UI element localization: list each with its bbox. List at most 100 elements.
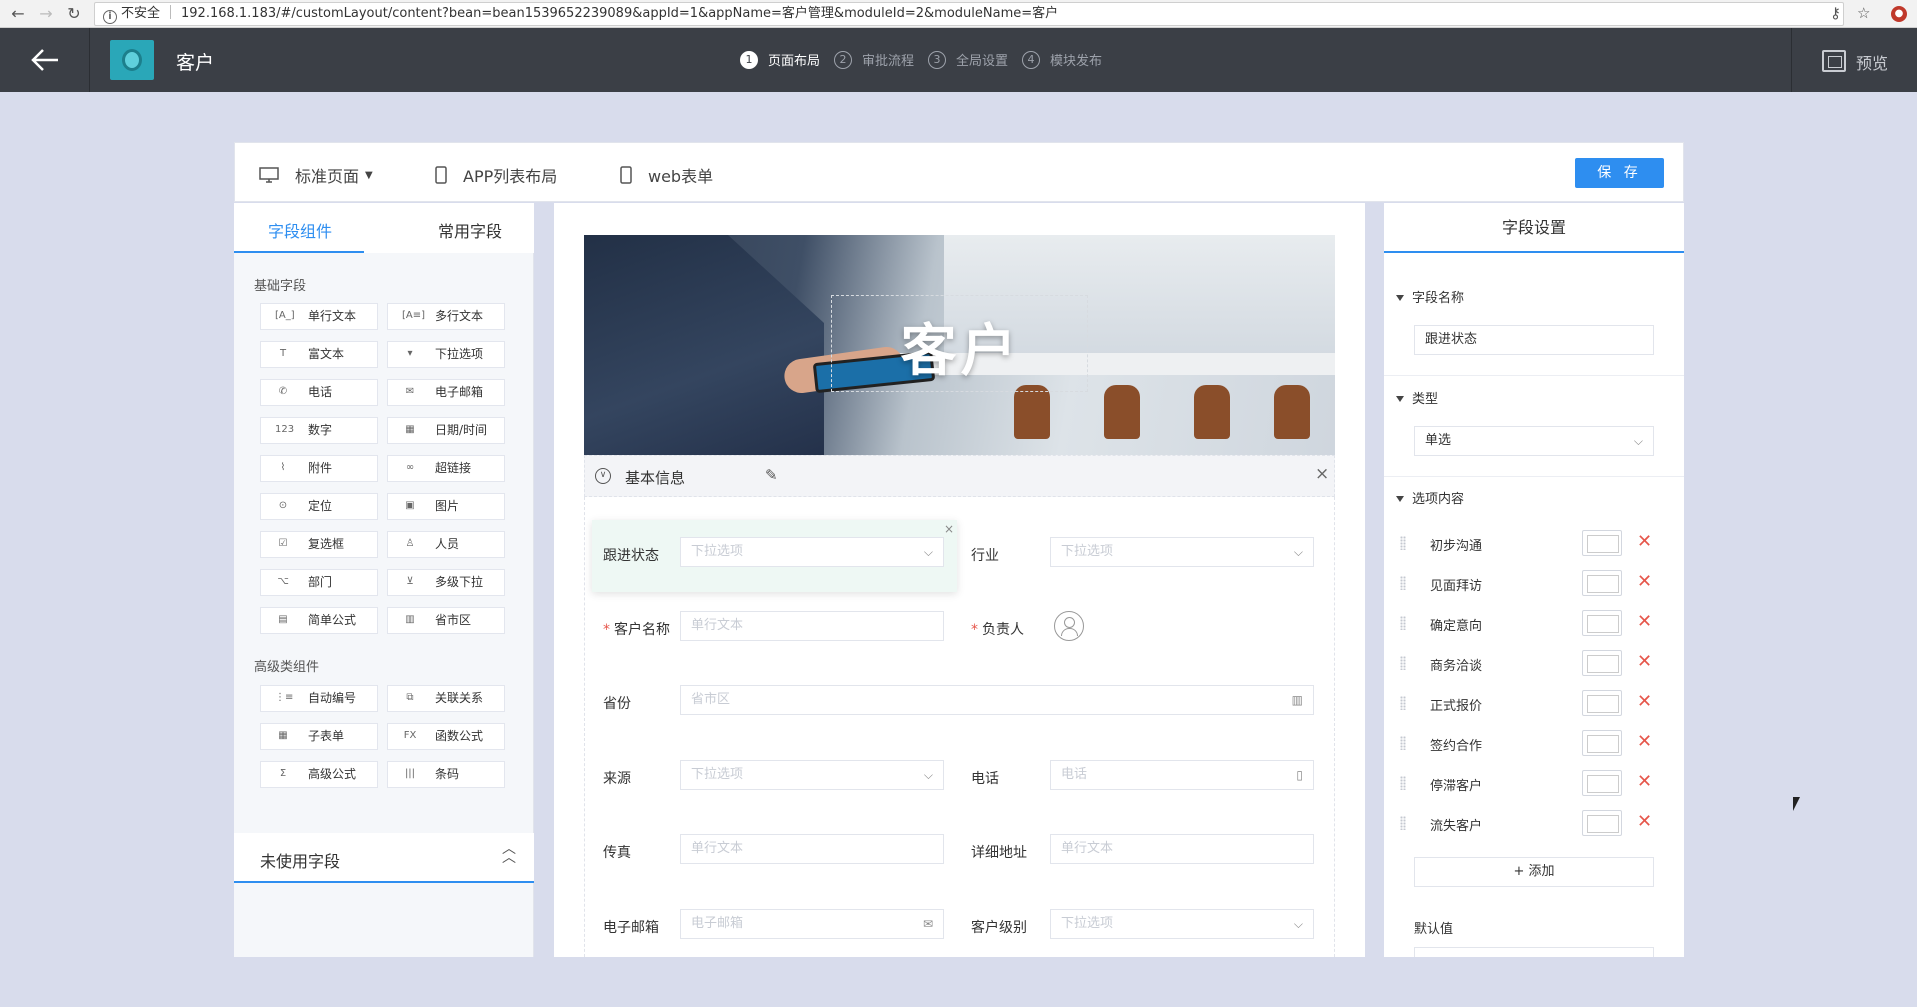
drag-handle-icon[interactable] [1400,576,1406,590]
back-arrow-icon[interactable]: ← [8,4,28,24]
follow-status-select[interactable]: 下拉选项 ⌵ [680,537,944,567]
phone-input[interactable]: 电话 ▯ [1050,760,1314,790]
drag-handle-icon[interactable] [1400,616,1406,630]
banner-title-box[interactable]: 客户 [831,295,1088,392]
component-dropdown[interactable]: ▾ 下拉选项 [387,341,505,368]
option-label[interactable]: 确定意向 [1430,615,1482,634]
step-global-settings[interactable]: 3 全局设置 [928,50,1008,69]
customer-level-select[interactable]: 下拉选项 ⌵ [1050,909,1314,939]
component-paperclip[interactable]: ⌇ 附件 [260,455,378,482]
address-bar[interactable]: i 不安全 192.168.1.183/#/customLayout/content… [94,2,1844,26]
component-link[interactable]: ∞ 超链接 [387,455,505,482]
option-label[interactable]: 签约合作 [1430,735,1482,754]
pencil-edit-icon[interactable]: ✎ [765,466,778,484]
owner-person-icon[interactable] [1054,611,1084,641]
component-simple-formula[interactable]: ▤ 简单公式 [260,607,378,634]
save-button[interactable]: 保 存 [1575,158,1664,188]
industry-select[interactable]: 下拉选项 ⌵ [1050,537,1314,567]
default-value-input[interactable] [1414,947,1654,957]
delete-option-icon[interactable]: ✕ [1637,811,1652,832]
field-name-input[interactable]: 跟进状态 [1414,325,1654,355]
fax-input[interactable]: 单行文本 [680,834,944,864]
option-label[interactable]: 初步沟通 [1430,535,1482,554]
component-region-map[interactable]: ▥ 省市区 [387,607,505,634]
color-swatch[interactable] [1582,650,1622,676]
preview-button[interactable]: 预览 [1791,28,1917,92]
component-phone[interactable]: ✆ 电话 [260,379,378,406]
drag-handle-icon[interactable] [1400,656,1406,670]
field-name-section[interactable]: 字段名称 [1396,287,1464,306]
option-label[interactable]: 见面拜访 [1430,575,1482,594]
delete-option-icon[interactable]: ✕ [1637,531,1652,552]
option-label[interactable]: 停滞客户 [1430,775,1482,794]
color-swatch[interactable] [1582,530,1622,556]
component-department-tree[interactable]: ⌥ 部门 [260,569,378,596]
collapse-chevron-icon[interactable]: ∨ [595,468,611,484]
standard-page-dropdown[interactable]: 标准页面 ▼ [259,163,373,187]
key-icon[interactable]: ⚷ [1830,4,1841,22]
profile-avatar-icon[interactable]: ● [1891,6,1907,22]
color-swatch[interactable] [1582,810,1622,836]
component-relation[interactable]: ⧉ 关联关系 [387,685,505,712]
delete-option-icon[interactable]: ✕ [1637,611,1652,632]
app-list-layout-tab[interactable]: APP列表布局 [435,163,557,187]
component-person[interactable]: ♙ 人员 [387,531,505,558]
component-checkbox[interactable]: ☑ 复选框 [260,531,378,558]
bookmark-star-icon[interactable]: ☆ [1857,4,1870,22]
step-page-layout[interactable]: 1 页面布局 [740,50,820,69]
component-rich-text[interactable]: T 富文本 [260,341,378,368]
color-swatch[interactable] [1582,610,1622,636]
tab-field-components[interactable]: 字段组件 [268,218,332,242]
delete-option-icon[interactable]: ✕ [1637,771,1652,792]
color-swatch[interactable] [1582,770,1622,796]
component-number[interactable]: 123 数字 [260,417,378,444]
component-calendar[interactable]: ▦ 日期/时间 [387,417,505,444]
color-swatch[interactable] [1582,730,1622,756]
close-icon[interactable]: × [1315,464,1329,484]
section-header[interactable]: ∨ 基本信息 ✎ × [584,455,1335,497]
remove-field-icon[interactable]: × [944,522,954,536]
option-label[interactable]: 正式报价 [1430,695,1482,714]
forward-arrow-icon[interactable]: → [36,4,56,24]
double-chevron-up-icon[interactable]: ︿ ︿ [502,842,516,865]
option-label[interactable]: 商务洽谈 [1430,655,1482,674]
drag-handle-icon[interactable] [1400,816,1406,830]
component-image[interactable]: ▣ 图片 [387,493,505,520]
drag-handle-icon[interactable] [1400,696,1406,710]
province-region-input[interactable]: 省市区 ▥ [680,685,1314,715]
component-subform-table[interactable]: ▦ 子表单 [260,723,378,750]
component-location-pin[interactable]: ⊙ 定位 [260,493,378,520]
step-module-publish[interactable]: 4 模块发布 [1022,50,1102,69]
tab-common-fields[interactable]: 常用字段 [438,218,502,242]
color-swatch[interactable] [1582,690,1622,716]
back-button[interactable] [0,28,90,92]
delete-option-icon[interactable]: ✕ [1637,571,1652,592]
color-swatch[interactable] [1582,570,1622,596]
delete-option-icon[interactable]: ✕ [1637,731,1652,752]
type-select[interactable]: 单选 ⌵ [1414,426,1654,456]
address-input[interactable]: 单行文本 [1050,834,1314,864]
component-cascade-dropdown[interactable]: ⊻ 多级下拉 [387,569,505,596]
component-barcode[interactable]: ||| 条码 [387,761,505,788]
component-email[interactable]: ✉ 电子邮箱 [387,379,505,406]
component-auto-number[interactable]: ⋮≡ 自动编号 [260,685,378,712]
option-label[interactable]: 流失客户 [1430,815,1482,834]
component-single-line-text[interactable]: [A_] 单行文本 [260,303,378,330]
options-section[interactable]: 选项内容 [1396,488,1464,507]
unused-fields-panel[interactable]: 未使用字段 ︿ ︿ [234,833,534,883]
customer-name-input[interactable]: 单行文本 [680,611,944,641]
delete-option-icon[interactable]: ✕ [1637,691,1652,712]
drag-handle-icon[interactable] [1400,736,1406,750]
drag-handle-icon[interactable] [1400,536,1406,550]
reload-icon[interactable]: ↻ [64,4,84,24]
type-section[interactable]: 类型 [1396,388,1438,407]
step-approval-flow[interactable]: 2 审批流程 [834,50,914,69]
email-input[interactable]: 电子邮箱 ✉ [680,909,944,939]
component-multi-line-text[interactable]: [A≡] 多行文本 [387,303,505,330]
drag-handle-icon[interactable] [1400,776,1406,790]
source-select[interactable]: 下拉选项 ⌵ [680,760,944,790]
component-function-formula[interactable]: FX 函数公式 [387,723,505,750]
component-sigma[interactable]: Σ 高级公式 [260,761,378,788]
delete-option-icon[interactable]: ✕ [1637,651,1652,672]
add-option-button[interactable]: + 添加 [1414,857,1654,887]
